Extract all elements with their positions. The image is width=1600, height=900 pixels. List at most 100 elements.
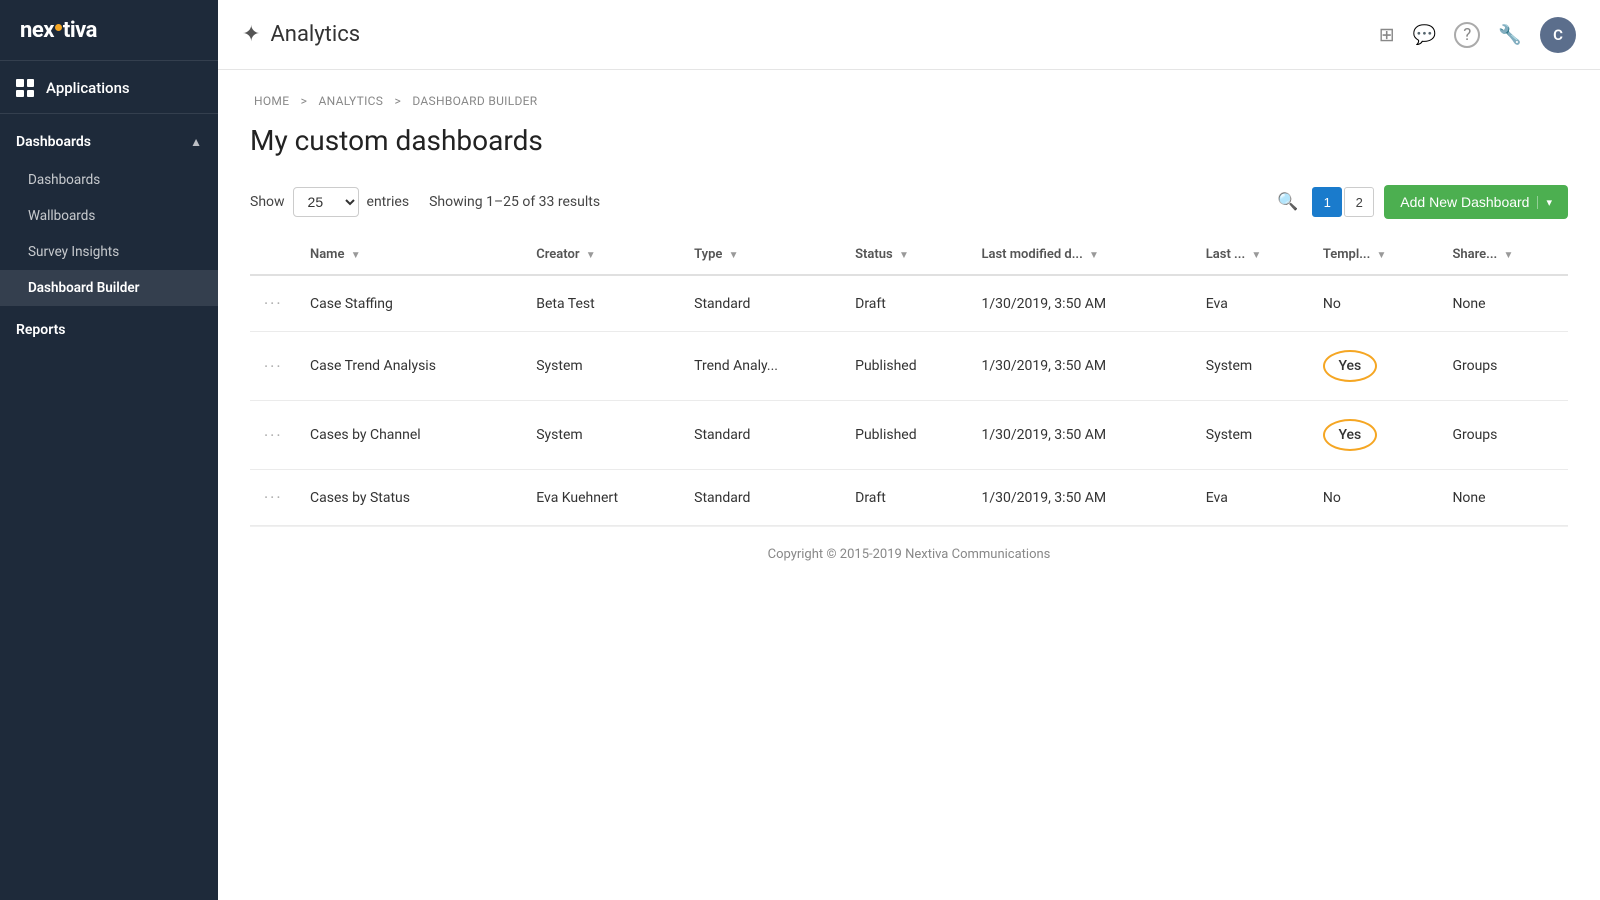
shared-cell: Groups	[1442, 332, 1568, 401]
help-icon[interactable]: ?	[1454, 22, 1480, 48]
col-shared[interactable]: Share... ▼	[1442, 235, 1568, 275]
entries-select[interactable]: 10 25 50 100	[293, 187, 359, 217]
dashboards-table: Name ▼ Creator ▼ Type ▼ Status ▼ Last mo…	[250, 235, 1568, 526]
add-dashboard-label: Add New Dashboard	[1400, 194, 1529, 210]
breadcrumb-analytics[interactable]: ANALYTICS	[318, 94, 383, 108]
row-menu-cell: ···	[250, 275, 300, 332]
table-row: ··· Case Staffing Beta Test Standard Dra…	[250, 275, 1568, 332]
header-left: ✦ Analytics	[242, 22, 360, 47]
header-right: ⊞ 💬 ? 🔧 C	[1379, 17, 1576, 53]
sidebar-item-wallboards[interactable]: Wallboards	[0, 198, 218, 234]
applications-label: Applications	[46, 79, 130, 97]
chevron-up-icon: ▲	[190, 135, 202, 149]
template-cell: Yes	[1313, 401, 1443, 470]
name-cell: Case Trend Analysis	[300, 332, 526, 401]
row-menu-icon[interactable]: ···	[260, 488, 287, 507]
name-cell: Cases by Status	[300, 470, 526, 526]
grid-icon[interactable]: ⊞	[1379, 23, 1395, 46]
nav-section: Dashboards ▲ Dashboards Wallboards Surve…	[0, 114, 218, 900]
page-title: My custom dashboards	[250, 124, 1568, 157]
row-menu-icon[interactable]: ···	[260, 357, 287, 376]
status-cell: Published	[845, 332, 971, 401]
col-type[interactable]: Type ▼	[684, 235, 845, 275]
col-last-modified[interactable]: Last modified d... ▼	[971, 235, 1195, 275]
sidebar: nextiva Applications Dashboards ▲ Dashbo…	[0, 0, 218, 900]
template-cell: No	[1313, 470, 1443, 526]
footer: Copyright © 2015-2019 Nextiva Communicat…	[250, 526, 1568, 582]
last-by-cell: Eva	[1196, 470, 1313, 526]
last-by-cell: System	[1196, 401, 1313, 470]
breadcrumb-sep2: >	[395, 94, 402, 108]
row-menu-icon[interactable]: ···	[260, 294, 287, 313]
col-menu	[250, 235, 300, 275]
nav-sub-items: Dashboards Wallboards Survey Insights Da…	[0, 162, 218, 306]
breadcrumb: HOME > ANALYTICS > DASHBOARD BUILDER	[250, 94, 1568, 108]
row-menu-cell: ···	[250, 332, 300, 401]
apps-grid-icon	[16, 79, 34, 97]
dropdown-arrow-icon: ▾	[1537, 196, 1552, 209]
logo-text: nex	[20, 20, 54, 42]
row-menu-icon[interactable]: ···	[260, 426, 287, 445]
breadcrumb-sep1: >	[301, 94, 308, 108]
type-cell: Standard	[684, 470, 845, 526]
yes-badge: Yes	[1323, 419, 1377, 451]
name-cell: Case Staffing	[300, 275, 526, 332]
col-status[interactable]: Status ▼	[845, 235, 971, 275]
breadcrumb-home[interactable]: HOME	[254, 94, 289, 108]
pagination: 1 2	[1312, 187, 1374, 217]
chat-icon[interactable]: 💬	[1413, 23, 1437, 46]
table-body: ··· Case Staffing Beta Test Standard Dra…	[250, 275, 1568, 526]
sidebar-item-dashboards[interactable]: Dashboards	[0, 162, 218, 198]
col-creator[interactable]: Creator ▼	[526, 235, 684, 275]
type-cell: Standard	[684, 275, 845, 332]
shared-cell: None	[1442, 470, 1568, 526]
col-name[interactable]: Name ▼	[300, 235, 526, 275]
status-cell: Draft	[845, 470, 971, 526]
page-header-title: Analytics	[270, 22, 360, 47]
logo-area: nextiva	[0, 0, 218, 61]
col-last-by[interactable]: Last ... ▼	[1196, 235, 1313, 275]
page-1-button[interactable]: 1	[1312, 187, 1342, 217]
yes-badge: Yes	[1323, 350, 1377, 382]
toolbar-left: Show 10 25 50 100 entries Showing 1–25 o…	[250, 187, 600, 217]
settings-icon[interactable]: 🔧	[1498, 23, 1522, 46]
add-new-dashboard-button[interactable]: Add New Dashboard ▾	[1384, 185, 1568, 219]
last-modified-cell: 1/30/2019, 3:50 AM	[971, 332, 1195, 401]
table-row: ··· Case Trend Analysis System Trend Ana…	[250, 332, 1568, 401]
logo: nextiva	[20, 20, 97, 42]
row-menu-cell: ···	[250, 401, 300, 470]
sidebar-item-survey-insights[interactable]: Survey Insights	[0, 234, 218, 270]
last-modified-cell: 1/30/2019, 3:50 AM	[971, 275, 1195, 332]
logo-dot-container	[54, 20, 63, 42]
sidebar-item-dashboard-builder[interactable]: Dashboard Builder	[0, 270, 218, 306]
breadcrumb-current: DASHBOARD BUILDER	[412, 94, 537, 108]
page-2-button[interactable]: 2	[1344, 187, 1374, 217]
table-toolbar: Show 10 25 50 100 entries Showing 1–25 o…	[250, 185, 1568, 219]
creator-cell: Eva Kuehnert	[526, 470, 684, 526]
status-cell: Published	[845, 401, 971, 470]
search-icon[interactable]: 🔍	[1273, 188, 1302, 216]
last-modified-cell: 1/30/2019, 3:50 AM	[971, 401, 1195, 470]
applications-section[interactable]: Applications	[0, 61, 218, 114]
table-row: ··· Cases by Status Eva Kuehnert Standar…	[250, 470, 1568, 526]
type-cell: Trend Analy...	[684, 332, 845, 401]
sidebar-item-reports[interactable]: Reports	[0, 310, 218, 350]
user-avatar[interactable]: C	[1540, 17, 1576, 53]
logo-text-2: tiva	[63, 20, 97, 42]
showing-info: Showing 1–25 of 33 results	[429, 194, 600, 210]
last-modified-cell: 1/30/2019, 3:50 AM	[971, 470, 1195, 526]
dashboards-group-label: Dashboards	[16, 134, 91, 150]
show-label: Show	[250, 194, 285, 210]
shared-cell: None	[1442, 275, 1568, 332]
creator-cell: System	[526, 332, 684, 401]
table-row: ··· Cases by Channel System Standard Pub…	[250, 401, 1568, 470]
entries-label: entries	[367, 194, 410, 210]
table-header-row: Name ▼ Creator ▼ Type ▼ Status ▼ Last mo…	[250, 235, 1568, 275]
copyright-text: Copyright © 2015-2019 Nextiva Communicat…	[768, 547, 1051, 562]
col-template[interactable]: Templ... ▼	[1313, 235, 1443, 275]
type-cell: Standard	[684, 401, 845, 470]
last-by-cell: System	[1196, 332, 1313, 401]
dashboards-group-header[interactable]: Dashboards ▲	[0, 122, 218, 162]
status-cell: Draft	[845, 275, 971, 332]
creator-cell: System	[526, 401, 684, 470]
